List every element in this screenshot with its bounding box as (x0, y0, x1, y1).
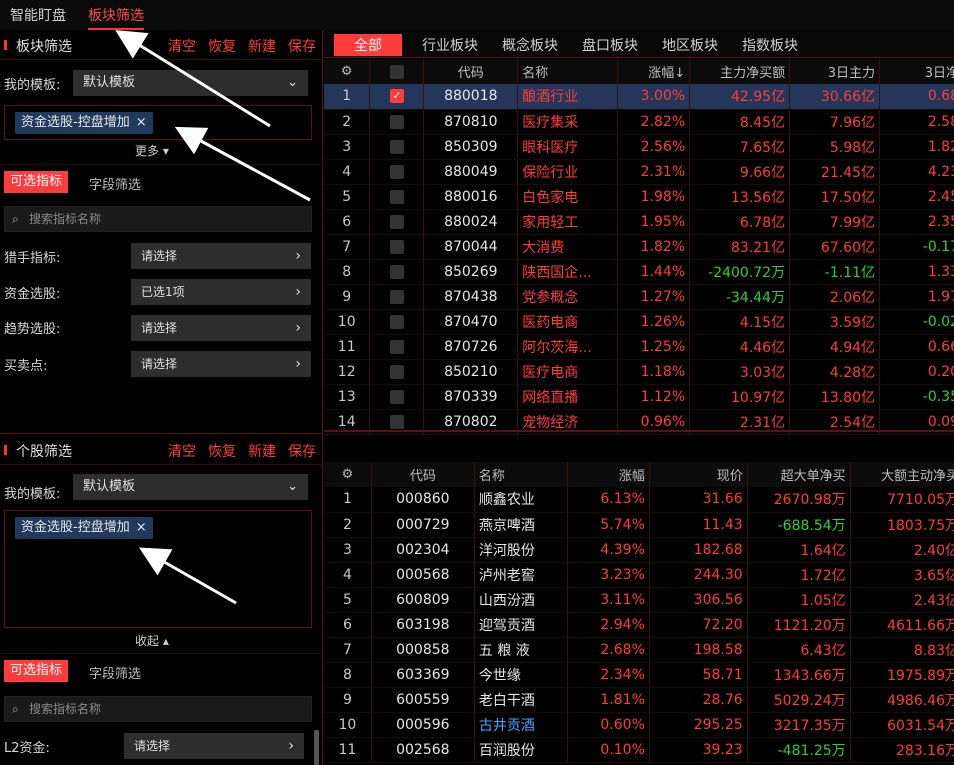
arrow-icon (115, 30, 271, 128)
arrow-icon (174, 126, 311, 202)
annotation-arrows (115, 30, 311, 605)
arrow-icon (138, 547, 237, 605)
